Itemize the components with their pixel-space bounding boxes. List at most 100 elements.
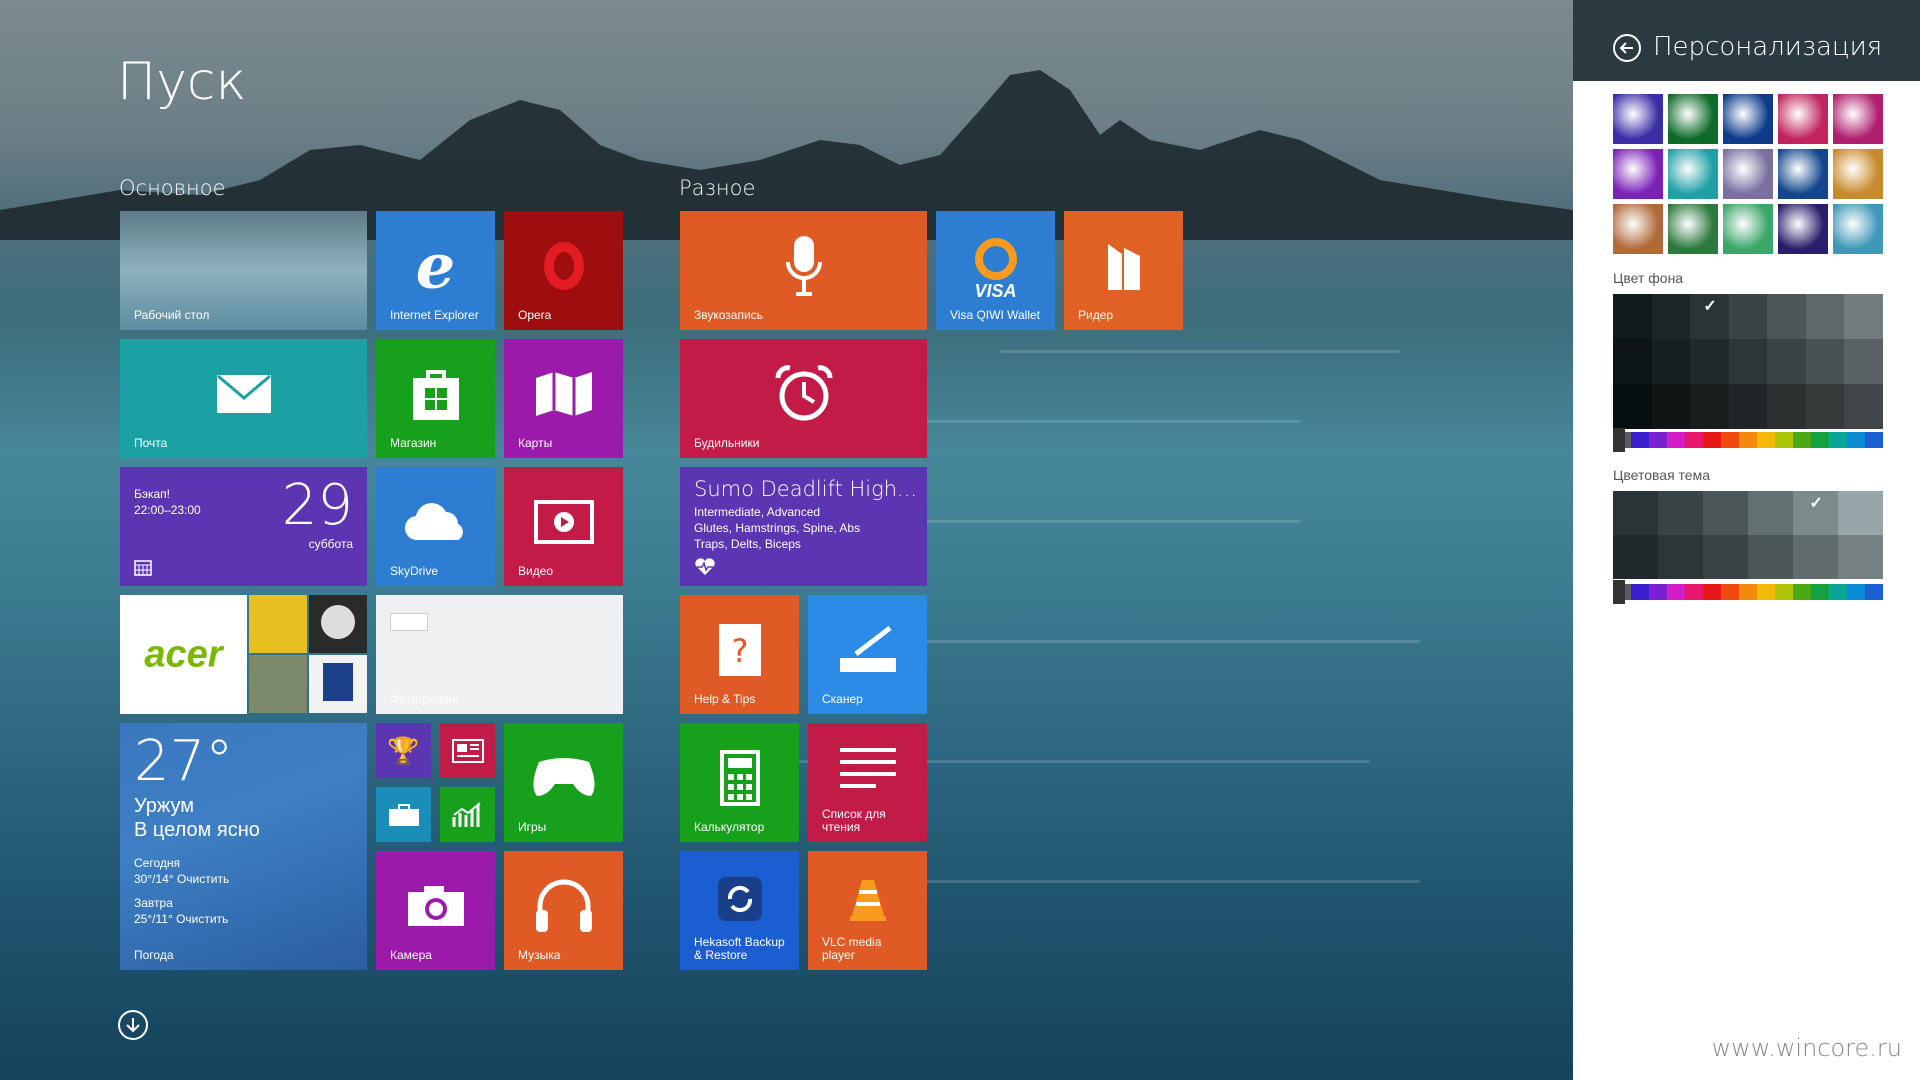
background-pattern-option[interactable]	[1613, 204, 1663, 254]
tile-finance[interactable]	[440, 787, 495, 842]
color-swatch[interactable]	[1690, 384, 1730, 429]
color-swatch[interactable]	[1690, 339, 1730, 384]
tile-people-1[interactable]	[249, 595, 307, 653]
tile-music[interactable]: Музыка	[504, 851, 623, 970]
color-swatch[interactable]	[1651, 339, 1691, 384]
background-pattern-option[interactable]	[1778, 149, 1828, 199]
hue-swatch[interactable]	[1721, 432, 1739, 448]
scroll-down-button[interactable]	[118, 1010, 148, 1040]
color-swatch[interactable]	[1651, 384, 1691, 429]
tile-hekasoft-backup[interactable]: Hekasoft Backup & Restore	[680, 851, 799, 970]
hue-swatch[interactable]	[1667, 432, 1685, 448]
background-pattern-option[interactable]	[1723, 204, 1773, 254]
hue-swatch[interactable]	[1793, 432, 1811, 448]
hue-swatch[interactable]	[1865, 584, 1883, 600]
background-pattern-option[interactable]	[1668, 94, 1718, 144]
tile-calculator[interactable]: Калькулятор	[680, 723, 799, 842]
tile-video[interactable]: Видео	[504, 467, 623, 586]
tile-photos[interactable]: Фотографии	[376, 595, 623, 714]
color-swatch[interactable]	[1844, 294, 1884, 339]
color-swatch[interactable]	[1805, 294, 1845, 339]
color-swatch[interactable]	[1728, 294, 1768, 339]
color-swatch[interactable]	[1658, 491, 1703, 535]
color-swatch[interactable]	[1838, 491, 1883, 535]
tile-achievements[interactable]: 🏆	[376, 723, 431, 778]
hue-swatch[interactable]	[1649, 432, 1667, 448]
hue-swatch[interactable]	[1685, 584, 1703, 600]
color-swatch[interactable]	[1844, 339, 1884, 384]
background-pattern-option[interactable]	[1668, 204, 1718, 254]
tile-desktop[interactable]: Рабочий стол	[120, 211, 367, 330]
hue-swatch[interactable]	[1775, 432, 1793, 448]
hue-swatch[interactable]	[1757, 432, 1775, 448]
hue-swatch[interactable]	[1703, 584, 1721, 600]
hue-swatch[interactable]	[1739, 584, 1757, 600]
tile-health-fitness[interactable]: Sumo Deadlift High... Intermediate, Adva…	[680, 467, 927, 586]
hue-swatch[interactable]	[1793, 584, 1811, 600]
color-swatch[interactable]	[1703, 535, 1748, 579]
hue-swatch[interactable]	[1757, 584, 1775, 600]
hue-slider-thumb[interactable]	[1613, 428, 1625, 452]
background-pattern-option[interactable]	[1668, 149, 1718, 199]
hue-swatch[interactable]	[1811, 432, 1829, 448]
color-swatch[interactable]	[1767, 339, 1807, 384]
hue-swatch[interactable]	[1865, 432, 1883, 448]
tile-games[interactable]: Игры	[504, 723, 623, 842]
hue-swatch[interactable]	[1721, 584, 1739, 600]
tile-people-3[interactable]	[249, 655, 307, 713]
color-swatch[interactable]	[1805, 384, 1845, 429]
tile-mail[interactable]: Почта	[120, 339, 367, 458]
tile-vlc[interactable]: VLC media player	[808, 851, 927, 970]
background-pattern-option[interactable]	[1613, 94, 1663, 144]
background-pattern-option[interactable]	[1723, 149, 1773, 199]
background-pattern-option[interactable]	[1613, 149, 1663, 199]
hue-swatch[interactable]	[1739, 432, 1757, 448]
color-swatch[interactable]	[1748, 491, 1793, 535]
tile-store[interactable]: Магазин	[376, 339, 495, 458]
hue-swatch[interactable]	[1631, 584, 1649, 600]
tile-qiwi-wallet[interactable]: VISA Visa QIWI Wallet	[936, 211, 1055, 330]
color-swatch[interactable]	[1728, 384, 1768, 429]
color-swatch[interactable]	[1728, 339, 1768, 384]
tile-alarms[interactable]: Будильники	[680, 339, 927, 458]
hue-slider-thumb[interactable]	[1613, 580, 1625, 604]
tile-camera[interactable]: Камера	[376, 851, 495, 970]
color-swatch[interactable]	[1613, 339, 1652, 384]
color-swatch[interactable]	[1658, 535, 1703, 579]
hue-swatch[interactable]	[1775, 584, 1793, 600]
background-pattern-option[interactable]	[1723, 94, 1773, 144]
color-swatch[interactable]	[1838, 535, 1883, 579]
tile-maps[interactable]: Карты	[504, 339, 623, 458]
tile-calendar[interactable]: Бэкап! 22:00–23:00 29 суббота	[120, 467, 367, 586]
tile-opera[interactable]: Opera	[504, 211, 623, 330]
tile-travel[interactable]	[376, 787, 431, 842]
tile-help-tips[interactable]: ? Help & Tips	[680, 595, 799, 714]
background-pattern-option[interactable]	[1833, 204, 1883, 254]
background-pattern-option[interactable]	[1833, 94, 1883, 144]
color-swatch[interactable]	[1703, 491, 1748, 535]
hue-swatch[interactable]	[1829, 432, 1847, 448]
tile-skydrive[interactable]: SkyDrive	[376, 467, 495, 586]
color-swatch[interactable]	[1748, 535, 1793, 579]
color-swatch[interactable]	[1651, 294, 1691, 339]
background-pattern-option[interactable]	[1778, 204, 1828, 254]
tile-weather[interactable]: 27° Уржум В целом ясно Сегодня 30°/14° О…	[120, 723, 367, 970]
back-button[interactable]	[1613, 34, 1641, 62]
hue-swatch[interactable]	[1667, 584, 1685, 600]
tile-scanner[interactable]: Сканер	[808, 595, 927, 714]
color-swatch[interactable]	[1613, 535, 1658, 579]
hue-swatch[interactable]	[1685, 432, 1703, 448]
color-swatch[interactable]	[1613, 294, 1652, 339]
tile-acer[interactable]: acer	[120, 595, 247, 714]
background-pattern-option[interactable]	[1833, 149, 1883, 199]
color-swatch[interactable]	[1844, 384, 1884, 429]
color-swatch[interactable]	[1767, 384, 1807, 429]
tile-people-4[interactable]	[309, 655, 367, 713]
tile-voice-recorder[interactable]: Звукозапись	[680, 211, 927, 330]
background-pattern-option[interactable]	[1778, 94, 1828, 144]
tile-reader[interactable]: Ридер	[1064, 211, 1183, 330]
hue-swatch[interactable]	[1631, 432, 1649, 448]
tile-people-2[interactable]	[309, 595, 367, 653]
hue-swatch[interactable]	[1847, 584, 1865, 600]
tile-reading-list[interactable]: Список для чтения	[808, 723, 927, 842]
